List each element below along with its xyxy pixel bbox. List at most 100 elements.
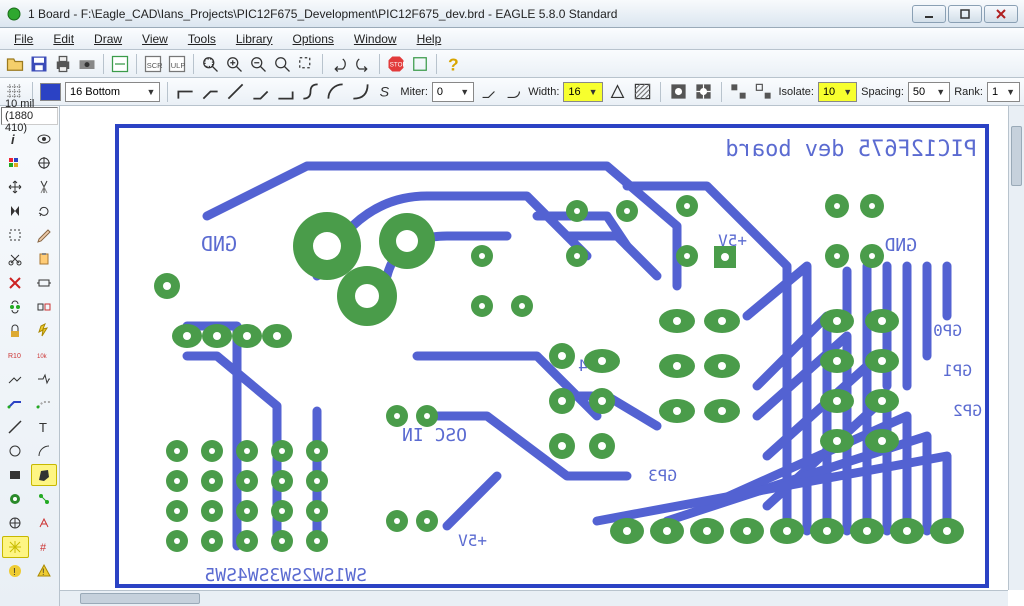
wirebend-s[interactable]: S [375, 81, 396, 103]
wirebend-2[interactable] [225, 81, 246, 103]
thermals-on-button[interactable] [668, 81, 689, 103]
print-button[interactable] [52, 53, 74, 75]
label-gp2: GP2 [953, 401, 982, 420]
ulp-button[interactable]: ULP [166, 53, 188, 75]
wire-tool[interactable] [2, 416, 29, 438]
scrollbar-thumb[interactable] [1011, 126, 1022, 186]
copy-tool[interactable] [31, 176, 58, 198]
help-button[interactable]: ? [442, 53, 464, 75]
ripup-tool[interactable] [31, 392, 58, 414]
svg-text:S: S [380, 84, 390, 100]
add-tool[interactable] [31, 272, 58, 294]
show-tool[interactable] [31, 128, 58, 150]
change-tool[interactable] [31, 224, 58, 246]
menu-edit[interactable]: Edit [45, 30, 82, 48]
menu-options[interactable]: Options [285, 30, 342, 48]
script-button[interactable]: SCR [142, 53, 164, 75]
zoom-area-button[interactable] [295, 53, 317, 75]
attribute-tool[interactable] [31, 512, 58, 534]
rect-tool[interactable] [2, 464, 29, 486]
pinswap-tool[interactable] [2, 296, 29, 318]
menu-tools[interactable]: Tools [180, 30, 224, 48]
cam-button[interactable] [76, 53, 98, 75]
replace-tool[interactable] [31, 296, 58, 318]
value-tool[interactable]: 10k [31, 344, 58, 366]
text-tool[interactable]: T [31, 416, 58, 438]
menu-file[interactable]: File [6, 30, 41, 48]
miter-shape-a[interactable] [478, 81, 499, 103]
redo-button[interactable] [352, 53, 374, 75]
zoom-out-button[interactable] [247, 53, 269, 75]
mirror-tool[interactable] [2, 200, 29, 222]
smash-tool[interactable] [31, 320, 58, 342]
menu-library[interactable]: Library [228, 30, 281, 48]
spacing-dropdown[interactable]: 50▼ [908, 82, 950, 102]
lock-tool[interactable] [2, 320, 29, 342]
wirebend-6[interactable] [325, 81, 346, 103]
menu-window[interactable]: Window [346, 30, 405, 48]
wirebend-0[interactable] [175, 81, 196, 103]
stop-button[interactable]: STOP [385, 53, 407, 75]
menu-help[interactable]: Help [409, 30, 450, 48]
name-tool[interactable]: R10 [2, 344, 29, 366]
orphans-on-button[interactable] [728, 81, 749, 103]
layer-name: 16 Bottom [70, 86, 120, 98]
rotate-tool[interactable] [31, 200, 58, 222]
erc-tool[interactable]: ! [2, 560, 29, 582]
miter-dropdown[interactable]: 0▼ [432, 82, 474, 102]
label-gnd2: GND [884, 235, 917, 256]
minimize-button[interactable] [912, 5, 946, 23]
circle-tool[interactable] [2, 440, 29, 462]
errors-tool[interactable]: ! [31, 560, 58, 582]
svg-text:R10: R10 [8, 353, 21, 360]
signal-tool[interactable] [31, 488, 58, 510]
group-tool[interactable] [2, 224, 29, 246]
rank-dropdown[interactable]: 1▼ [987, 82, 1020, 102]
go-button[interactable] [409, 53, 431, 75]
auto-tool[interactable]: # [31, 536, 58, 558]
save-button[interactable] [28, 53, 50, 75]
poly-outline-button[interactable] [607, 81, 628, 103]
hole-tool[interactable] [2, 512, 29, 534]
polygon-tool[interactable] [31, 464, 58, 486]
menu-draw[interactable]: Draw [86, 30, 130, 48]
wirebend-4[interactable] [275, 81, 296, 103]
isolate-dropdown[interactable]: 10▼ [818, 82, 857, 102]
thermals-off-button[interactable] [693, 81, 714, 103]
display-tool[interactable] [2, 152, 29, 174]
vertical-scrollbar[interactable] [1008, 106, 1024, 590]
paste-tool[interactable] [31, 248, 58, 270]
undo-button[interactable] [328, 53, 350, 75]
via-tool[interactable] [2, 488, 29, 510]
wirebend-5[interactable] [300, 81, 321, 103]
board-canvas[interactable]: PIC12F675 dev board GND GND +5V +5V OSC … [60, 106, 1024, 606]
move-tool[interactable] [2, 176, 29, 198]
open-button[interactable] [4, 53, 26, 75]
scrollbar-thumb[interactable] [80, 593, 200, 604]
schematic-button[interactable] [109, 53, 131, 75]
wirebend-1[interactable] [200, 81, 221, 103]
width-dropdown[interactable]: 16▼ [563, 82, 602, 102]
delete-tool[interactable] [2, 272, 29, 294]
route-tool[interactable] [2, 392, 29, 414]
close-button[interactable] [984, 5, 1018, 23]
poly-hatch-button[interactable] [632, 81, 653, 103]
wirebend-7[interactable] [350, 81, 371, 103]
arc-tool[interactable] [31, 440, 58, 462]
zoom-in-button[interactable] [223, 53, 245, 75]
orphans-off-button[interactable] [753, 81, 774, 103]
zoom-fit-button[interactable] [199, 53, 221, 75]
menu-view[interactable]: View [134, 30, 176, 48]
info-tool[interactable]: i [2, 128, 29, 150]
split-tool[interactable] [2, 368, 29, 390]
horizontal-scrollbar[interactable] [60, 590, 1008, 606]
cut-tool[interactable] [2, 248, 29, 270]
optimize-tool[interactable] [31, 368, 58, 390]
layer-dropdown[interactable]: 16 Bottom ▼ [65, 82, 161, 102]
ratsnest-tool[interactable] [2, 536, 29, 558]
mark-tool[interactable] [31, 152, 58, 174]
redraw-button[interactable] [271, 53, 293, 75]
maximize-button[interactable] [948, 5, 982, 23]
miter-shape-b[interactable] [503, 81, 524, 103]
wirebend-3[interactable] [250, 81, 271, 103]
